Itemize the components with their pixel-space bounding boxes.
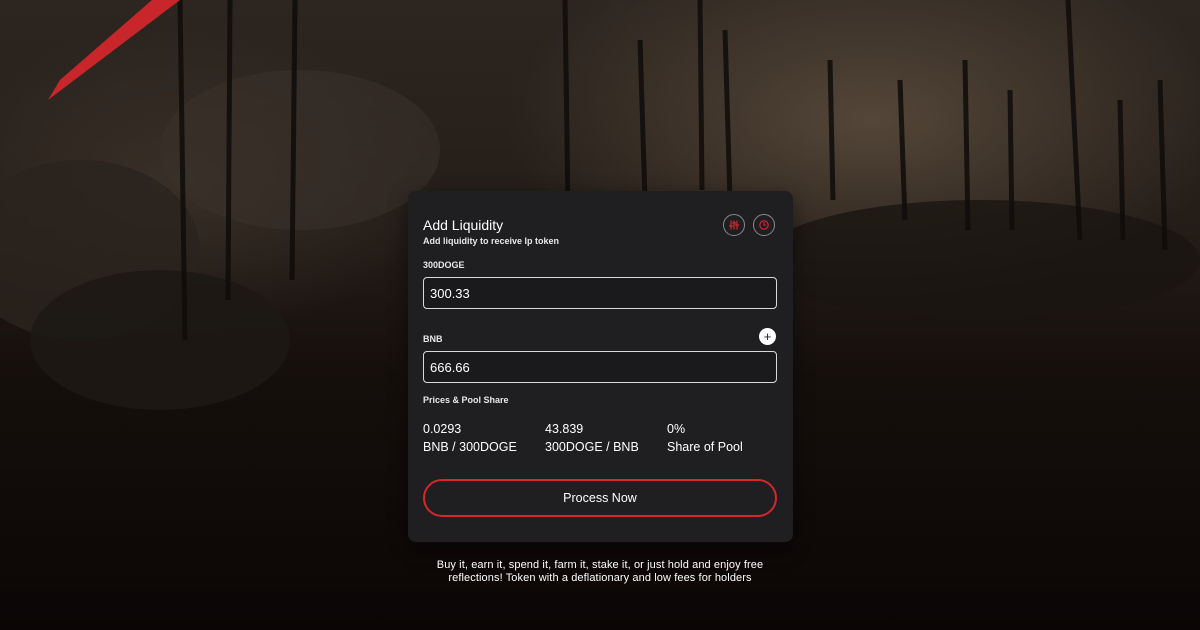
plus-icon[interactable]: +	[759, 328, 776, 345]
history-clock-icon[interactable]	[753, 214, 775, 236]
price-stat-bnb-per-doge: 0.0293 BNB / 300DOGE	[423, 420, 517, 456]
price-stat-doge-per-bnb: 43.839 300DOGE / BNB	[545, 420, 639, 456]
settings-sliders-glyph	[728, 220, 740, 230]
history-clock-glyph	[759, 220, 769, 230]
price-stat-value: 43.839	[545, 422, 584, 436]
price-stat-label: Share of Pool	[667, 440, 743, 454]
price-stat-value: 0%	[667, 422, 686, 436]
token-b-amount-input[interactable]	[423, 351, 777, 383]
price-stat-pool-share: 0% Share of Pool	[667, 420, 743, 456]
token-b-label: BNB	[423, 334, 443, 344]
price-stat-value: 0.0293	[423, 422, 462, 436]
prices-pool-share-heading: Prices & Pool Share	[423, 395, 509, 405]
settings-sliders-icon[interactable]	[723, 214, 745, 236]
page: Add Liquidity Add liquidity to receive l…	[0, 0, 1200, 630]
token-a-label: 300DOGE	[423, 260, 465, 270]
card-subtitle: Add liquidity to receive lp token	[423, 236, 560, 246]
add-liquidity-card: Add Liquidity Add liquidity to receive l…	[408, 191, 793, 542]
process-now-button[interactable]: Process Now	[423, 479, 777, 517]
card-title: Add Liquidity	[423, 217, 504, 233]
token-a-amount-input[interactable]	[423, 277, 777, 309]
price-stat-label: BNB / 300DOGE	[423, 440, 517, 454]
tagline-text: Buy it, earn it, spend it, farm it, stak…	[436, 559, 764, 584]
price-stat-label: 300DOGE / BNB	[545, 440, 639, 454]
